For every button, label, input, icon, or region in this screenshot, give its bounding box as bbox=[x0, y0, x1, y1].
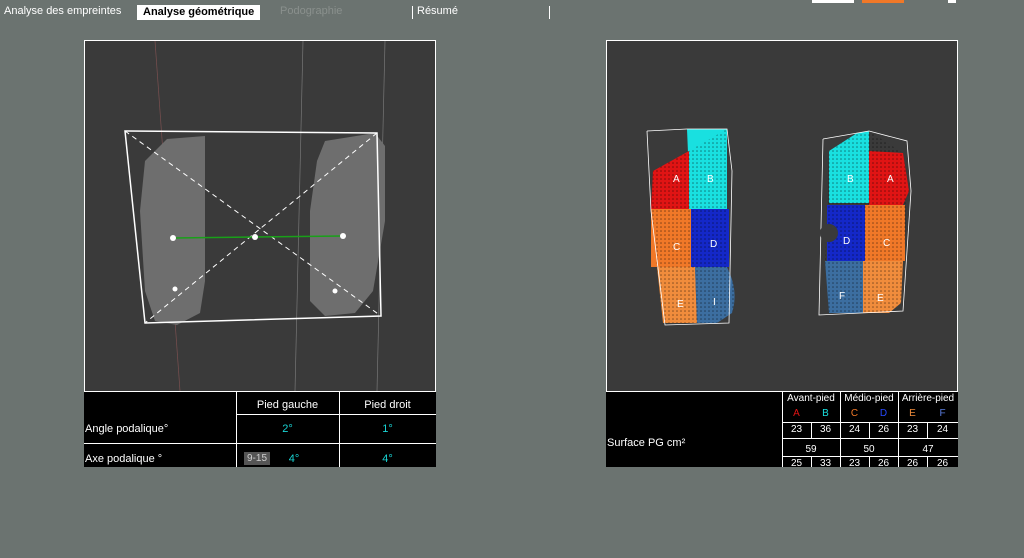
tab-analyse-empreintes[interactable]: Analyse des empreintes bbox=[4, 5, 121, 17]
zone-label: B bbox=[707, 174, 714, 185]
tab-podographie[interactable]: Podographie bbox=[280, 5, 342, 17]
surface-value: 24 bbox=[848, 424, 861, 435]
group-header-arriere-pied: Arrière-pied bbox=[901, 393, 955, 404]
angle-podalique-left-value: 2° bbox=[282, 423, 293, 435]
surface-table: Avant-pied Médio-pied Arrière-pied A B C… bbox=[606, 392, 958, 469]
zone-label: C bbox=[883, 238, 890, 249]
row-label-angle-podalique: Angle podalique° bbox=[85, 423, 169, 435]
zone-header-C: C bbox=[850, 408, 859, 419]
zone-label: A bbox=[673, 174, 680, 185]
zone-header-A: A bbox=[793, 408, 800, 419]
zone-label: F bbox=[839, 291, 845, 302]
geometric-analysis-drawing bbox=[124, 41, 386, 391]
tab-resume[interactable]: Résumé bbox=[417, 5, 458, 17]
group-total-medio-pied: 50 bbox=[863, 444, 875, 455]
zone-label: A bbox=[887, 174, 894, 185]
axe-podalique-left-value: 4° bbox=[288, 453, 300, 465]
group-total-arriere-pied: 47 bbox=[922, 444, 934, 455]
surface-value: 26 bbox=[936, 458, 949, 469]
zone-label: I bbox=[713, 297, 716, 308]
arch-notch bbox=[820, 224, 838, 242]
row-label-surface: Surface PG cm² bbox=[607, 437, 686, 449]
top-button-orange[interactable] bbox=[862, 0, 904, 3]
axe-podalique-right-value: 4° bbox=[382, 453, 393, 465]
zone-label: C bbox=[673, 242, 680, 253]
left-footprint-shape bbox=[140, 136, 205, 325]
col-header-pied-gauche: Pied gauche bbox=[256, 399, 319, 411]
zone-label: D bbox=[710, 239, 717, 250]
axe-podalique-norm-badge: 9-15 bbox=[244, 452, 271, 465]
podal-angle-table: Pied gauche Pied droit Angle podalique° … bbox=[84, 392, 436, 467]
group-total-avant-pied: 59 bbox=[805, 444, 817, 455]
top-button-white[interactable] bbox=[812, 0, 854, 3]
surface-value: 26 bbox=[877, 424, 890, 435]
zone-header-B: B bbox=[822, 408, 829, 419]
tab-bar: Analyse des empreintes Analyse géométriq… bbox=[0, 0, 1024, 26]
surface-value: 25 bbox=[790, 458, 803, 469]
right-footprint-shape bbox=[310, 133, 385, 316]
zone-header-F: F bbox=[939, 408, 946, 419]
surface-value: 26 bbox=[877, 458, 890, 469]
surface-value: 36 bbox=[819, 424, 832, 435]
guide-line bbox=[294, 41, 304, 391]
landmark-point bbox=[170, 235, 176, 241]
surface-value: 23 bbox=[848, 458, 861, 469]
zone-header-D: D bbox=[879, 408, 888, 419]
zone-label: D bbox=[843, 236, 850, 247]
landmark-point bbox=[252, 234, 258, 240]
group-header-medio-pied: Médio-pied bbox=[844, 393, 894, 404]
landmark-point bbox=[172, 286, 178, 292]
geometric-analysis-canvas[interactable] bbox=[84, 40, 436, 392]
landmark-point bbox=[340, 233, 346, 239]
tab-separator bbox=[412, 6, 413, 19]
footprint-zones-canvas[interactable]: A B C D E I B A D C F E bbox=[606, 40, 958, 392]
surface-value: 23 bbox=[906, 424, 919, 435]
surface-value: 24 bbox=[936, 424, 949, 435]
left-foot-zones: A B C D E I bbox=[646, 128, 735, 326]
top-button-small[interactable] bbox=[948, 0, 956, 3]
surface-value: 33 bbox=[819, 458, 832, 469]
surface-value: 26 bbox=[906, 458, 919, 469]
right-foot-zones: B A D C F E bbox=[818, 130, 912, 316]
footprint-zones-drawing: A B C D E I B A D C F E bbox=[646, 128, 912, 326]
zone-header-E: E bbox=[909, 408, 916, 419]
group-header-avant-pied: Avant-pied bbox=[787, 393, 835, 404]
zone-label: B bbox=[847, 174, 854, 185]
zone-label: E bbox=[677, 299, 684, 310]
col-header-pied-droit: Pied droit bbox=[364, 399, 411, 411]
landmark-point bbox=[332, 288, 338, 294]
tab-separator bbox=[549, 6, 550, 19]
angle-podalique-right-value: 1° bbox=[382, 423, 393, 435]
row-label-axe-podalique: Axe podalique ° bbox=[85, 453, 163, 465]
tab-analyse-geometrique[interactable]: Analyse géométrique bbox=[137, 5, 261, 20]
surface-value: 23 bbox=[790, 424, 803, 435]
zone-label: E bbox=[877, 293, 884, 304]
